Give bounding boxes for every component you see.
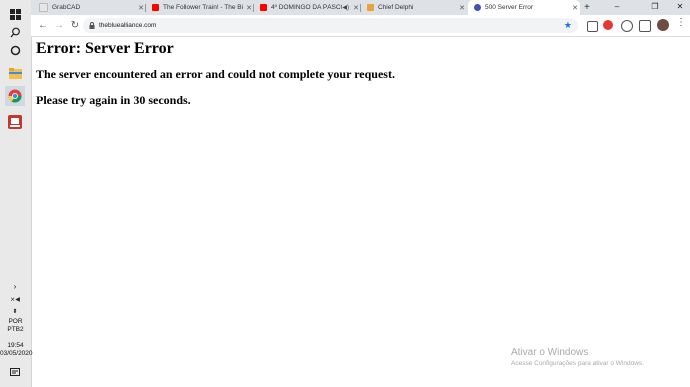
tab-label: Chief Delphi — [378, 4, 414, 11]
keyboard-layout-icon[interactable]: ⬍ — [5, 306, 25, 316]
minimize-icon[interactable]: – — [611, 2, 623, 11]
clock-time[interactable]: 19:54 — [0, 342, 31, 350]
file-explorer-icon[interactable] — [5, 63, 25, 83]
tab-youtube-domingo[interactable]: 4º DOMINGO DA PÁSCO ◀) ✕ — [254, 0, 361, 15]
lock-icon[interactable] — [89, 22, 95, 29]
youtube-icon — [152, 4, 159, 11]
browser-toolbar: ← → ↻ thebluealliance.com ★ ⋮ — [31, 15, 690, 37]
windows-taskbar: › ⨯◀ ⬍ POR PTB2 19:54 03/05/2020 — [0, 0, 33, 387]
chiefdelphi-icon — [367, 4, 374, 11]
grabcad-icon — [39, 3, 48, 12]
extension-2-icon[interactable] — [621, 20, 633, 32]
chrome-taskbar-icon[interactable] — [5, 86, 25, 106]
close-icon[interactable]: ✕ — [457, 4, 467, 12]
tab-label: 500 Server Error — [485, 4, 534, 11]
close-icon[interactable]: ✕ — [570, 4, 580, 12]
window-close-icon[interactable]: ✕ — [674, 2, 686, 11]
retry-message: Please try again in 30 seconds. — [36, 93, 191, 107]
reload-icon[interactable]: ↻ — [68, 18, 82, 32]
back-arrow-icon[interactable]: ← — [36, 18, 50, 32]
windows-start-icon[interactable] — [5, 4, 25, 24]
youtube-icon — [260, 4, 267, 11]
chevron-up-icon[interactable]: › — [5, 280, 25, 292]
restore-icon[interactable]: ❐ — [649, 2, 661, 11]
clock-date[interactable]: 03/05/2020 — [0, 350, 33, 358]
network-volume-icon[interactable]: ⨯◀ — [5, 293, 25, 305]
tab-server-error[interactable]: 500 Server Error ✕ — [468, 0, 580, 15]
tab-label: 4º DOMINGO DA PÁSCO — [271, 4, 343, 11]
notification-icon[interactable] — [5, 366, 25, 380]
activation-watermark: Ativar o Windows Acesse Configurações pa… — [511, 347, 644, 367]
avatar[interactable] — [657, 19, 669, 31]
address-bar[interactable]: thebluealliance.com ★ — [83, 18, 578, 33]
browser-window: GrabCAD ✕ The Follower Train! - The Bi ✕… — [31, 0, 690, 37]
audio-playing-icon[interactable]: ◀) — [342, 4, 349, 11]
app-taskbar-icon[interactable] — [5, 112, 25, 132]
search-icon[interactable] — [5, 22, 25, 42]
extension-icon[interactable] — [587, 21, 598, 32]
error-message: The server encountered an error and coul… — [36, 67, 395, 81]
tab-label: GrabCAD — [52, 4, 81, 11]
new-tab-button[interactable]: + — [582, 0, 596, 15]
cortana-icon[interactable] — [5, 40, 25, 60]
page-title: Error: Server Error — [36, 40, 174, 57]
url-text: thebluealliance.com — [99, 22, 157, 29]
watermark-title: Ativar o Windows — [511, 347, 589, 358]
tab-grabcad[interactable]: GrabCAD ✕ — [33, 0, 146, 15]
language-indicator[interactable]: POR — [0, 318, 31, 326]
watermark-subtitle: Acesse Configurações para ativar o Windo… — [511, 360, 644, 367]
bookmark-star-icon[interactable]: ★ — [564, 20, 572, 31]
tba-icon — [474, 4, 481, 11]
forward-arrow-icon[interactable]: → — [52, 18, 66, 32]
tab-chief-delphi[interactable]: Chief Delphi ✕ — [361, 0, 467, 15]
menu-kebab-icon[interactable]: ⋮ — [676, 17, 686, 28]
keyboard-indicator[interactable]: PTB2 — [0, 326, 31, 334]
tab-youtube-follower[interactable]: The Follower Train! - The Bi ✕ — [146, 0, 254, 15]
tab-label: The Follower Train! - The Bi — [163, 4, 244, 11]
adblock-icon[interactable] — [603, 20, 613, 30]
extension-3-icon[interactable] — [639, 20, 651, 32]
tab-strip: GrabCAD ✕ The Follower Train! - The Bi ✕… — [31, 0, 690, 15]
